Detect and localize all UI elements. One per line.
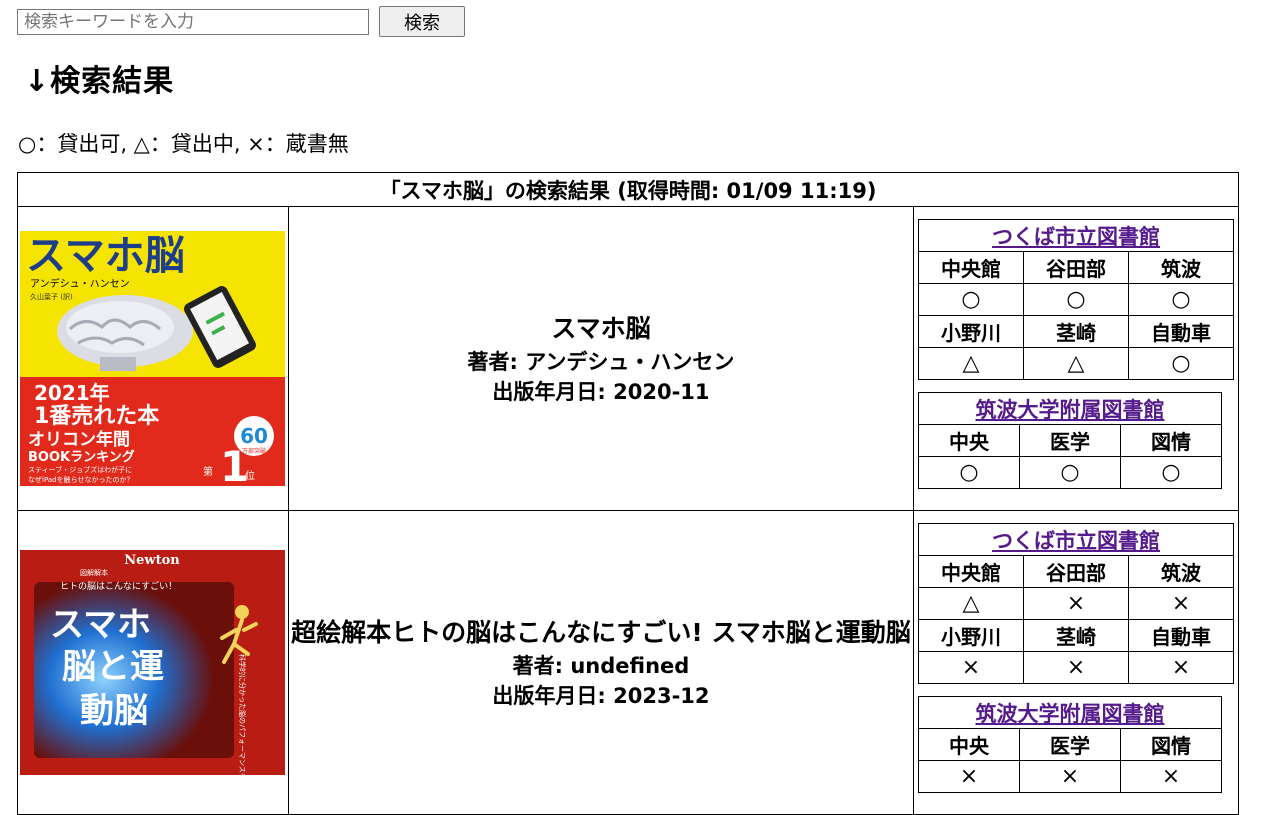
availability-status: ○ <box>1127 347 1234 380</box>
cover-subtitle: ヒトの脳はこんなにすごい！ <box>60 580 177 592</box>
university-library-table: 筑波大学附属図書館 中央 医学 図情 × × × <box>917 696 1222 793</box>
book-title: スマホ脳 <box>551 313 651 343</box>
cover-banner-year: 2021年 <box>34 381 110 405</box>
search-bar: 検索 <box>17 6 465 37</box>
city-library-table: つくば市立図書館 中央館 谷田部 筑波 ○ ○ ○ 小野川 茎崎 自動車 △ △… <box>917 219 1234 380</box>
branch-name: 小野川 <box>917 315 1024 348</box>
university-library-link[interactable]: 筑波大学附属図書館 <box>975 702 1164 726</box>
cover-title: スマホ脳 <box>26 233 185 279</box>
availability-status: △ <box>917 587 1024 620</box>
availability-status: × <box>1119 760 1222 793</box>
city-library-table: つくば市立図書館 中央館 谷田部 筑波 △ × × 小野川 茎崎 自動車 × ×… <box>917 523 1234 684</box>
branch-name: 中央館 <box>917 251 1024 284</box>
results-table: 「スマホ脳」の検索結果 (取得時間: 01/09 11:19) スマホ脳 アンデ… <box>17 172 1240 815</box>
availability-status: ○ <box>1018 456 1121 489</box>
cover-banner-line3: BOOKランキング <box>28 449 135 465</box>
book-info-cell: 超絵解本ヒトの脳はこんなにすごい! スマホ脳と運動脳 著者: undefined… <box>287 510 914 815</box>
availability-status: ○ <box>1127 283 1234 316</box>
availability-status: △ <box>1022 347 1129 380</box>
city-library-link[interactable]: つくば市立図書館 <box>992 225 1160 249</box>
search-button[interactable]: 検索 <box>379 6 465 37</box>
availability-status: △ <box>917 347 1024 380</box>
availability-status: × <box>1022 651 1129 684</box>
book-cover-cell: Newton 図解解本 ヒトの脳はこんなにすごい！ スマホ 脳と運 動脳 科学的… <box>17 510 289 815</box>
cover-banner-line1: 1番売れた本 <box>34 403 159 429</box>
availability-status: ○ <box>917 456 1020 489</box>
cover-translator: 久山葉子 (訳) <box>30 292 73 301</box>
branch-name: 自動車 <box>1127 315 1234 348</box>
availability-status: ○ <box>917 283 1024 316</box>
book-info-cell: スマホ脳 著者: アンデシュ・ハンセン 出版年月日: 2020-11 <box>287 206 914 511</box>
book-published: 出版年月日: 2020-11 <box>492 379 710 404</box>
cover-title-line3: 動脳 <box>80 691 148 731</box>
availability-status: ○ <box>1119 456 1222 489</box>
availability-status: × <box>917 760 1020 793</box>
cover-series: 図解解本 <box>80 568 108 577</box>
book-cover-cell: スマホ脳 アンデシュ・ハンセン 久山葉子 (訳) 2021年 1番売れた本 オリ… <box>17 206 289 511</box>
table-row: スマホ脳 アンデシュ・ハンセン 久山葉子 (訳) 2021年 1番売れた本 オリ… <box>17 206 1240 511</box>
university-library-link[interactable]: 筑波大学附属図書館 <box>975 398 1164 422</box>
availability-legend: ○：貸出可, △：貸出中, ×：蔵書無 <box>18 132 349 156</box>
branch-name: 筑波 <box>1127 555 1234 588</box>
cover-side-text: 科学的に分かった脳のパフォーマンスを高める <box>238 654 247 775</box>
branch-name: 茎崎 <box>1022 315 1129 348</box>
branch-name: 図情 <box>1119 728 1222 761</box>
cover-brand: Newton <box>124 553 180 568</box>
cover-tagline-1: スティーブ・ジョブズはわが子に <box>28 465 132 474</box>
cover-banner-line2: オリコン年間 <box>28 429 130 450</box>
branch-name: 中央 <box>917 424 1020 457</box>
branch-name: 中央 <box>917 728 1020 761</box>
branch-name: 中央館 <box>917 555 1024 588</box>
table-row: Newton 図解解本 ヒトの脳はこんなにすごい！ スマホ 脳と運 動脳 科学的… <box>17 510 1240 815</box>
book-author: 著者: undefined <box>512 653 690 678</box>
cover-title-line1: スマホ <box>50 605 151 645</box>
availability-status: × <box>1127 651 1234 684</box>
cover-author: アンデシュ・ハンセン <box>30 277 130 290</box>
results-heading: ↓検索結果 <box>24 64 175 99</box>
availability-status: × <box>1127 587 1234 620</box>
search-input[interactable] <box>17 8 369 35</box>
branch-name: 谷田部 <box>1022 251 1129 284</box>
branch-name: 医学 <box>1018 728 1121 761</box>
branch-name: 茎崎 <box>1022 619 1129 652</box>
branch-name: 筑波 <box>1127 251 1234 284</box>
cover-rank-suffix: 位 <box>245 469 255 482</box>
branch-name: 小野川 <box>917 619 1024 652</box>
book-published: 出版年月日: 2023-12 <box>492 683 710 708</box>
library-availability-cell: つくば市立図書館 中央館 谷田部 筑波 ○ ○ ○ 小野川 茎崎 自動車 △ △… <box>912 206 1240 511</box>
branch-name: 図情 <box>1119 424 1222 457</box>
results-caption: 「スマホ脳」の検索結果 (取得時間: 01/09 11:19) <box>17 172 1239 207</box>
availability-status: × <box>917 651 1024 684</box>
book-cover-image[interactable]: Newton 図解解本 ヒトの脳はこんなにすごい！ スマホ 脳と運 動脳 科学的… <box>20 550 285 775</box>
book-author: 著者: アンデシュ・ハンセン <box>467 349 735 374</box>
book-cover-image[interactable]: スマホ脳 アンデシュ・ハンセン 久山葉子 (訳) 2021年 1番売れた本 オリ… <box>20 231 285 486</box>
library-availability-cell: つくば市立図書館 中央館 谷田部 筑波 △ × × 小野川 茎崎 自動車 × ×… <box>912 510 1240 815</box>
cover-title-line2: 脳と運 <box>62 647 164 687</box>
availability-status: × <box>1022 587 1129 620</box>
availability-status: × <box>1018 760 1121 793</box>
branch-name: 医学 <box>1018 424 1121 457</box>
cover-tagline-2: なぜiPadを触らせなかったのか？ <box>28 475 133 484</box>
cover-rank-label: 第 <box>203 465 213 478</box>
branch-name: 谷田部 <box>1022 555 1129 588</box>
university-library-table: 筑波大学附属図書館 中央 医学 図情 ○ ○ ○ <box>917 392 1222 489</box>
branch-name: 自動車 <box>1127 619 1234 652</box>
city-library-link[interactable]: つくば市立図書館 <box>992 529 1160 553</box>
availability-status: ○ <box>1022 283 1129 316</box>
book-title: 超絵解本ヒトの脳はこんなにすごい! スマホ脳と運動脳 <box>291 617 911 647</box>
